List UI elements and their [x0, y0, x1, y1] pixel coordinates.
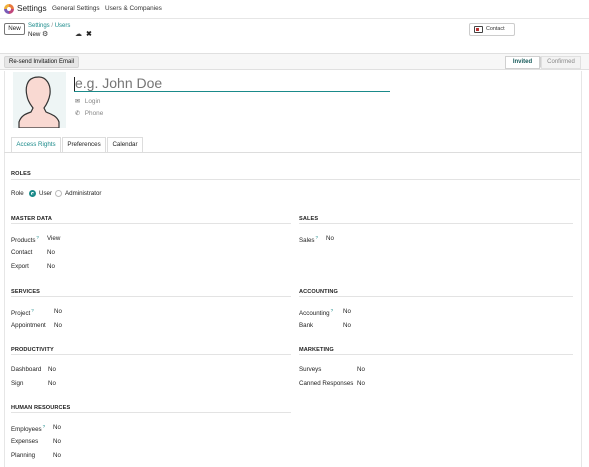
tab-calendar[interactable]: Calendar: [107, 137, 143, 153]
login-field[interactable]: Login: [85, 98, 101, 105]
field-label-planning: Planning: [11, 452, 36, 459]
role-administrator-label[interactable]: Administrator: [65, 190, 101, 197]
divider: [11, 412, 291, 413]
menu-users-companies[interactable]: Users & Companies: [105, 5, 162, 12]
field-label-appointment: Appointment: [11, 322, 46, 329]
section-title-master-data: MASTER DATA: [11, 216, 52, 222]
tab-access-rights[interactable]: Access Rights: [11, 137, 61, 153]
field-value-sign[interactable]: No: [48, 380, 56, 387]
field-label-bank: Bank: [299, 322, 314, 329]
phone-icon: ✆: [75, 111, 81, 117]
phone-row[interactable]: ✆ Phone: [75, 110, 103, 117]
field-value-sales[interactable]: No: [326, 235, 334, 242]
field-value-dashboard[interactable]: No: [48, 366, 56, 373]
section-title-roles: ROLES: [11, 171, 31, 177]
cloud-upload-icon[interactable]: ☁: [75, 30, 82, 38]
divider: [299, 223, 573, 224]
field-value-surveys[interactable]: No: [357, 366, 365, 373]
section-title-sales: SALES: [299, 216, 319, 222]
section-title-productivity: PRODUCTIVITY: [11, 347, 54, 353]
divider: [11, 179, 580, 180]
avatar[interactable]: [13, 72, 66, 129]
role-label: Role: [11, 190, 24, 197]
contact-smart-button[interactable]: Contact: [469, 23, 515, 36]
stage-invited[interactable]: Invited: [505, 56, 545, 69]
field-label-project: Project?: [11, 308, 34, 318]
field-label-accounting: Accounting?: [299, 308, 334, 318]
settings-logo-icon[interactable]: [4, 4, 14, 14]
menu-general-settings[interactable]: General Settings: [52, 5, 100, 12]
breadcrumb: Settings / Users: [28, 23, 70, 29]
divider: [11, 296, 291, 297]
divider: [11, 223, 291, 224]
field-value-appointment[interactable]: No: [54, 322, 62, 329]
field-value-project[interactable]: No: [54, 308, 62, 315]
section-title-human-resources: HUMAN RESOURCES: [11, 405, 71, 411]
login-row[interactable]: ✉ Login: [75, 98, 100, 105]
field-label-employees: Employees?: [11, 424, 46, 434]
field-value-products[interactable]: View: [47, 235, 60, 242]
role-administrator-radio[interactable]: [55, 190, 62, 197]
field-value-employees[interactable]: No: [53, 424, 61, 431]
field-label-sales: Sales?: [299, 235, 319, 245]
envelope-icon: ✉: [75, 99, 81, 105]
field-label-contact: Contact: [11, 249, 33, 256]
field-label-canned-responses: Canned Responses: [299, 380, 354, 387]
form-sheet: [4, 71, 582, 467]
field-value-canned-responses[interactable]: No: [357, 380, 365, 387]
field-label-sign: Sign: [11, 380, 24, 387]
divider: [11, 354, 291, 355]
divider: [299, 354, 573, 355]
role-user-label[interactable]: User: [39, 190, 52, 197]
section-title-services: SERVICES: [11, 289, 40, 295]
phone-field[interactable]: Phone: [85, 110, 103, 117]
field-label-export: Export: [11, 263, 29, 270]
contact-button-label: Contact: [486, 26, 505, 32]
divider: [299, 296, 573, 297]
id-card-icon: [474, 26, 483, 33]
section-title-marketing: MARKETING: [299, 347, 334, 353]
new-button[interactable]: New: [4, 23, 25, 35]
field-value-contact[interactable]: No: [47, 249, 55, 256]
field-value-planning[interactable]: No: [53, 452, 61, 459]
app-title[interactable]: Settings: [17, 4, 47, 13]
close-icon[interactable]: ✖: [86, 30, 92, 38]
text-cursor: [74, 77, 75, 91]
field-label-expenses: Expenses: [11, 438, 39, 445]
status-bar: [0, 53, 589, 70]
field-value-bank[interactable]: No: [343, 322, 351, 329]
tab-divider: [4, 152, 582, 153]
section-title-accounting: ACCOUNTING: [299, 289, 338, 295]
breadcrumb-separator: /: [51, 23, 54, 29]
field-label-products: Products?: [11, 235, 39, 245]
record-name: New: [28, 31, 41, 38]
field-label-dashboard: Dashboard: [11, 366, 42, 373]
field-value-export[interactable]: No: [47, 263, 55, 270]
field-label-surveys: Surveys: [299, 366, 322, 373]
breadcrumb-settings[interactable]: Settings: [28, 23, 50, 29]
top-navbar: Settings General Settings Users & Compan…: [0, 0, 589, 19]
role-user-radio[interactable]: [29, 190, 36, 197]
name-field[interactable]: [74, 75, 390, 92]
field-value-accounting[interactable]: No: [343, 308, 351, 315]
user-silhouette-icon: [13, 72, 66, 129]
stage-confirmed[interactable]: Confirmed: [541, 56, 581, 69]
breadcrumb-users[interactable]: Users: [55, 23, 71, 29]
gear-icon[interactable]: ⚙: [42, 30, 48, 38]
field-value-expenses[interactable]: No: [53, 438, 61, 445]
tab-preferences[interactable]: Preferences: [62, 137, 106, 153]
resend-invitation-button[interactable]: Re-send Invitation Email: [4, 56, 79, 68]
